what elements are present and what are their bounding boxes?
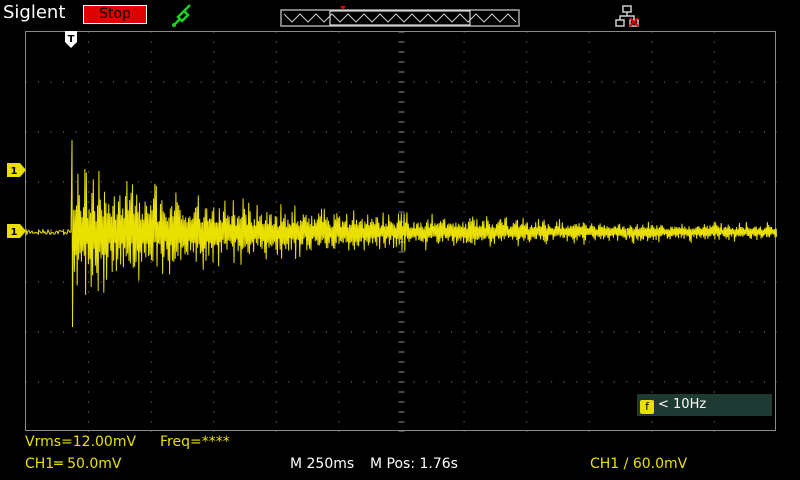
- ch1-ground-label: 1: [11, 227, 18, 238]
- waveform-display[interactable]: [25, 31, 777, 432]
- trigger-readout[interactable]: CH1 ∕ 60.0mV: [590, 456, 687, 472]
- timebase-readout[interactable]: M 250ms: [290, 456, 354, 472]
- frequency-counter-box: f < 10Hz: [637, 394, 772, 416]
- ch1-trace-path: [26, 139, 777, 328]
- frequency-icon: f: [640, 400, 654, 414]
- trigger-level-marker[interactable]: 1: [7, 163, 27, 177]
- probe-icon: [172, 4, 191, 27]
- network-icon: [615, 5, 639, 27]
- timebase-overview-icon: [280, 6, 520, 27]
- ch1-waveform-trace: [26, 139, 777, 328]
- brand-logo: Siglent: [3, 2, 66, 23]
- horizontal-position-readout[interactable]: M Pos: 1.76s: [370, 456, 458, 472]
- trigger-position-label: T: [68, 34, 75, 45]
- run-stop-button[interactable]: Stop: [83, 5, 147, 24]
- ch1-scale-readout[interactable]: CH1═ 50.0mV: [25, 456, 121, 472]
- trigger-level-label: 1: [11, 166, 18, 177]
- ch1-ground-marker[interactable]: 1: [7, 224, 27, 238]
- freq-measurement: Freq=****: [160, 434, 230, 450]
- trigger-position-marker[interactable]: T: [64, 31, 78, 55]
- vrms-measurement: Vrms=12.00mV: [25, 434, 137, 450]
- frequency-counter-value: < 10Hz: [658, 397, 707, 412]
